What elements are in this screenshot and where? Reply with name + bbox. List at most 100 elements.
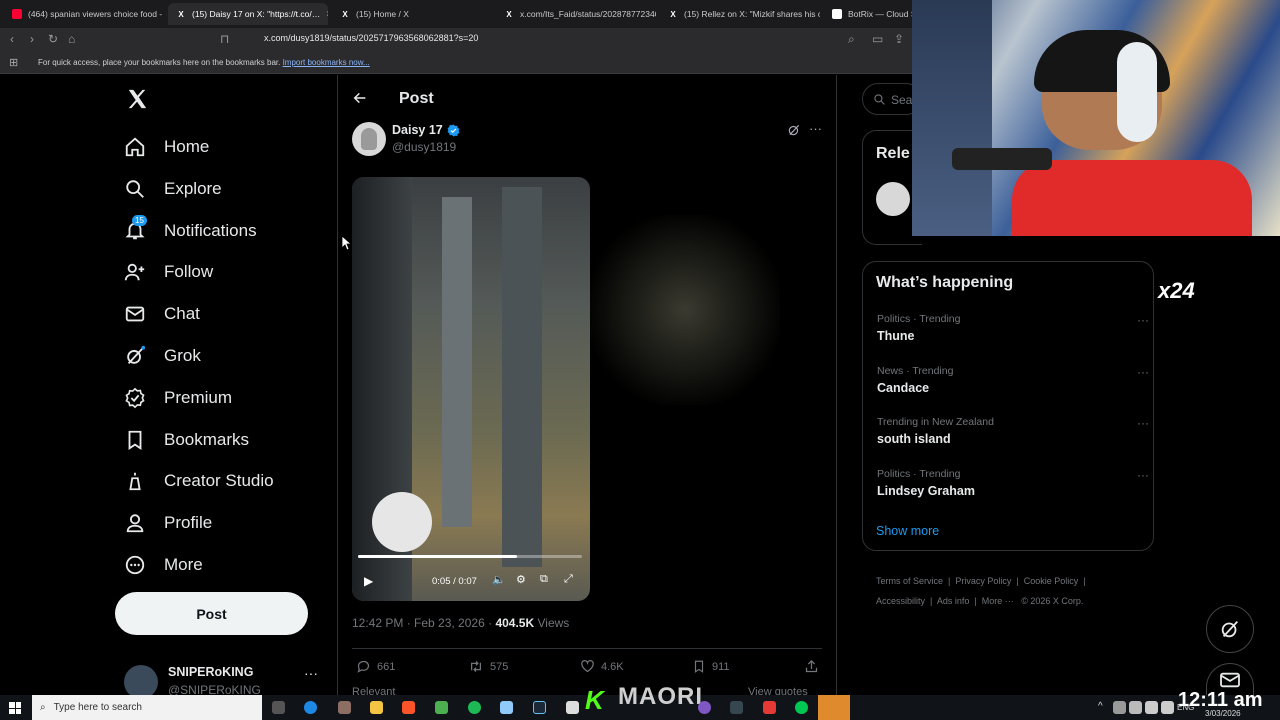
sidebar-item-notifications[interactable]: 15 Notifications xyxy=(124,215,257,246)
footer-link[interactable]: Privacy Policy xyxy=(955,576,1011,586)
sidebar-item-label: Premium xyxy=(164,388,233,407)
footer-link[interactable]: Terms of Service xyxy=(876,576,943,586)
volume-icon[interactable]: 🔈 xyxy=(492,573,506,586)
account-more-icon[interactable]: ··· xyxy=(304,665,318,681)
footer-link[interactable]: Cookie Policy xyxy=(1024,576,1079,586)
sidebar-item-follow[interactable]: Follow xyxy=(124,257,213,287)
apps-grid-icon[interactable]: ⊞ xyxy=(9,56,18,69)
app-icon[interactable] xyxy=(698,701,711,714)
account-switcher[interactable]: SNIPERoKING @SNIPERoKING ··· xyxy=(124,663,324,699)
folder-icon[interactable] xyxy=(370,701,383,714)
app-icon[interactable] xyxy=(730,701,743,714)
video-frame-bucket xyxy=(372,492,432,552)
back-icon[interactable]: ‹ xyxy=(10,32,14,46)
close-tab-icon[interactable]: × xyxy=(326,9,328,20)
sidebar-item-chat[interactable]: Chat xyxy=(124,299,200,329)
sidebar-item-creator-studio[interactable]: Creator Studio xyxy=(124,466,274,496)
author-avatar[interactable] xyxy=(352,122,386,156)
url-field[interactable]: x.com/dusy1819/status/202571796356806288… xyxy=(264,33,478,43)
brave-icon[interactable] xyxy=(402,701,415,714)
webcam-backdrop xyxy=(912,0,992,236)
author-name: Daisy 17 xyxy=(392,123,443,137)
trend-more-icon[interactable]: ··· xyxy=(1137,416,1149,430)
author-name-row[interactable]: Daisy 17 xyxy=(392,123,460,137)
home-browser-icon[interactable]: ⌂ xyxy=(68,32,75,46)
bookmark-button[interactable]: 911 xyxy=(692,659,730,674)
spotify-icon[interactable] xyxy=(468,701,481,714)
trend-item[interactable]: Politics · Trending Thune ··· xyxy=(877,313,1149,343)
store-icon[interactable] xyxy=(435,701,448,714)
footer-link[interactable]: More ··· xyxy=(982,596,1014,606)
app-icon[interactable] xyxy=(500,701,513,714)
tab-home-x[interactable]: X (15) Home / X xyxy=(332,3,492,25)
avatar[interactable] xyxy=(876,182,910,216)
import-bookmarks-link[interactable]: Import bookmarks now... xyxy=(283,58,370,67)
trend-more-icon[interactable]: ··· xyxy=(1137,365,1149,379)
post-more-icon[interactable]: ··· xyxy=(809,121,822,136)
settings-gear-icon[interactable]: ⚙ xyxy=(516,573,526,586)
reload-icon[interactable]: ↻ xyxy=(48,32,58,46)
grok-fab[interactable] xyxy=(1206,605,1254,653)
app-icon[interactable] xyxy=(763,701,776,714)
app-icon[interactable] xyxy=(338,701,351,714)
tab-youtube[interactable]: (464) spanian viewers choice food - … xyxy=(4,3,164,25)
tray-chevron-icon[interactable]: ^ xyxy=(1098,701,1103,712)
video-progress-track[interactable] xyxy=(358,555,582,558)
whats-happening-card: What’s happening Politics · Trending Thu… xyxy=(862,261,1154,551)
windows-start-icon[interactable] xyxy=(9,702,21,714)
edge-icon[interactable] xyxy=(304,701,317,714)
footer-link[interactable]: Ads info xyxy=(937,596,970,606)
back-arrow-icon[interactable] xyxy=(352,90,368,106)
x-logo-icon[interactable] xyxy=(126,88,148,110)
tab-rellez[interactable]: X (15) Rellez on X: "Mizkif shares his o… xyxy=(660,3,820,25)
epic-games-icon[interactable] xyxy=(818,695,850,720)
pip-icon[interactable]: ⧉ xyxy=(540,573,548,586)
tab-daisy-post[interactable]: X (15) Daisy 17 on X: "https://t.co/… × xyxy=(168,3,328,25)
tab-its-faid[interactable]: X x.com/Its_Faid/status/202878772346… xyxy=(496,3,656,25)
task-view-icon[interactable] xyxy=(272,701,285,714)
search-icon xyxy=(874,94,885,105)
bookmark-icon xyxy=(694,660,704,673)
grok-explain-icon[interactable] xyxy=(787,123,801,137)
trend-more-icon[interactable]: ··· xyxy=(1137,468,1149,482)
bookmark-page-icon[interactable]: ⊓ xyxy=(220,32,229,46)
video-player[interactable]: ▶ 0:05 / 0:07 🔈 ⚙ ⧉ ⤢ xyxy=(352,177,590,601)
sidebar-item-premium[interactable]: Premium xyxy=(124,383,232,413)
sidebar-item-grok[interactable]: Grok xyxy=(124,341,201,371)
play-icon[interactable]: ▶ xyxy=(364,574,373,588)
post-button[interactable]: Post xyxy=(115,592,308,635)
zoom-icon[interactable]: ⌕ xyxy=(848,32,855,47)
like-button[interactable]: 4.6K xyxy=(580,659,624,674)
forward-icon[interactable]: › xyxy=(30,32,34,46)
tab-botrix[interactable]: BotRix — Cloud St… xyxy=(824,3,914,25)
taskbar-search-input[interactable]: ⌕ Type here to search xyxy=(32,695,262,720)
steam-icon[interactable] xyxy=(533,701,546,714)
trend-more-icon[interactable]: ··· xyxy=(1137,313,1149,327)
tray-app-icon[interactable] xyxy=(1129,701,1142,714)
fullscreen-icon[interactable]: ⤢ xyxy=(564,573,573,586)
share-icon[interactable]: ⇪ xyxy=(894,32,904,46)
trend-item[interactable]: News · Trending Candace ··· xyxy=(877,365,1149,395)
volume-icon[interactable] xyxy=(1161,701,1174,714)
repost-button[interactable]: 575 xyxy=(468,659,508,674)
sidebar-item-more[interactable]: More xyxy=(124,550,203,580)
footer-link[interactable]: Accessibility xyxy=(876,596,925,606)
cast-icon[interactable]: ▭ xyxy=(872,32,883,46)
trend-item[interactable]: Politics · Trending Lindsey Graham ··· xyxy=(877,468,1149,498)
sidebar-item-bookmarks[interactable]: Bookmarks xyxy=(124,425,249,455)
share-icon[interactable] xyxy=(804,659,819,674)
sidebar-item-home[interactable]: Home xyxy=(124,132,209,162)
camera-icon[interactable] xyxy=(566,701,579,714)
show-more-link[interactable]: Show more xyxy=(876,524,939,538)
trend-item[interactable]: Trending in New Zealand south island ··· xyxy=(877,416,1149,446)
grok-icon xyxy=(127,345,146,364)
tray-app-icon[interactable] xyxy=(1113,701,1126,714)
network-icon[interactable] xyxy=(1145,701,1158,714)
clock-date[interactable]: 3/03/2026 xyxy=(1205,709,1241,718)
sidebar-item-explore[interactable]: Explore xyxy=(124,174,222,204)
sidebar-item-profile[interactable]: Profile xyxy=(124,508,212,538)
relevant-people-title: Rele xyxy=(876,145,910,162)
app-icon[interactable] xyxy=(795,701,808,714)
reply-button[interactable]: 661 xyxy=(356,659,395,674)
footer-links: Terms of Service | Privacy Policy | Cook… xyxy=(876,576,1086,606)
